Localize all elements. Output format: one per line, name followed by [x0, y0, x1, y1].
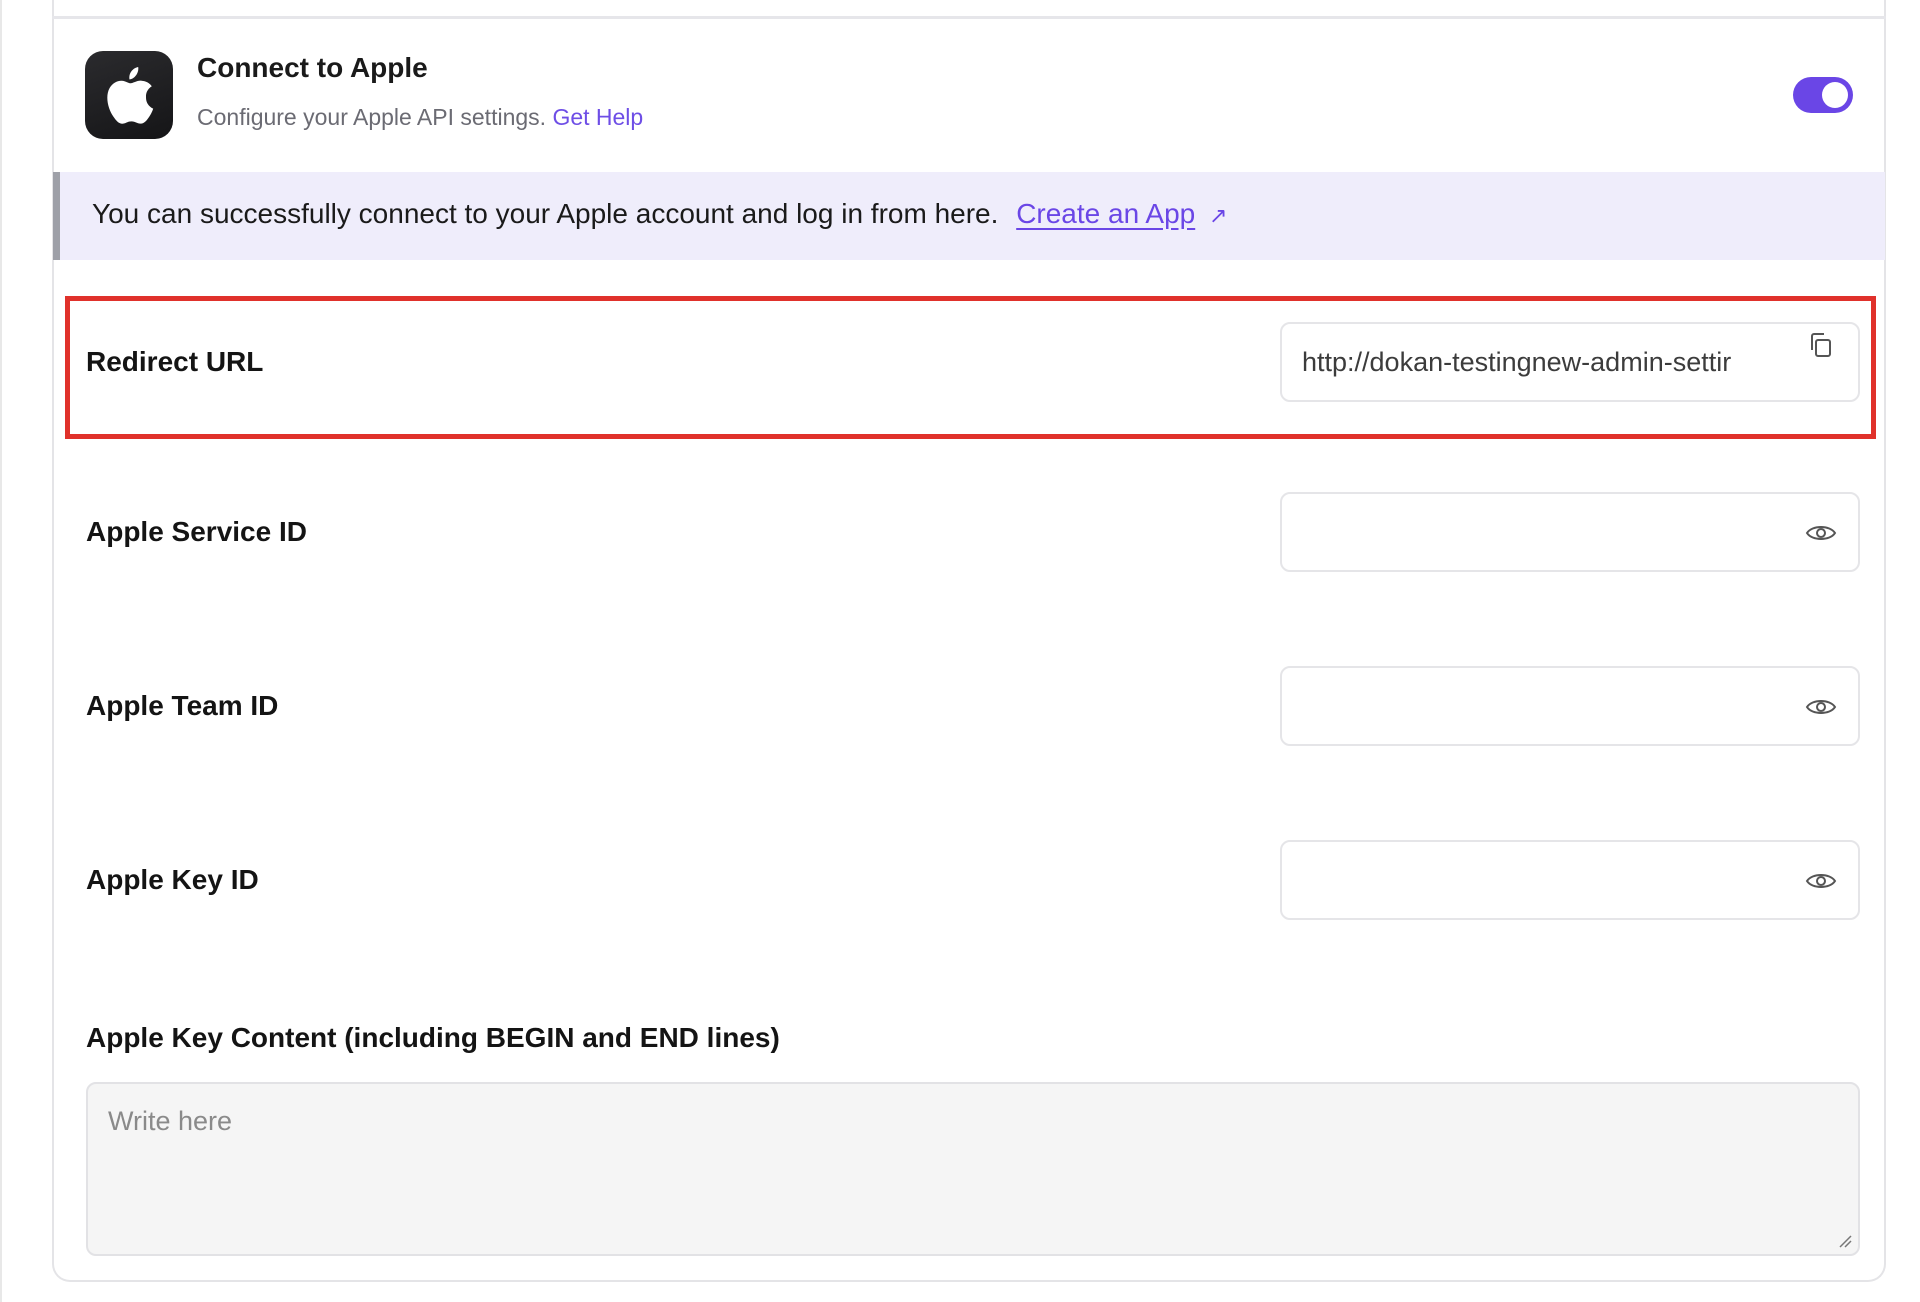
apple-logo-icon	[85, 51, 173, 139]
apple-key-id-input[interactable]	[1302, 842, 1782, 918]
apple-key-id-field	[1280, 840, 1860, 920]
apple-team-id-input[interactable]	[1302, 668, 1782, 744]
apple-team-id-field	[1280, 666, 1860, 746]
apple-team-id-label: Apple Team ID	[86, 690, 279, 721]
card-top-divider	[52, 16, 1886, 19]
notice-message: You can successfully connect to your App…	[92, 198, 1227, 230]
redirect-url-field	[1280, 322, 1860, 402]
external-link-arrow-icon: ↗	[1209, 203, 1228, 228]
section-title: Connect to Apple	[197, 52, 428, 83]
toggle-knob	[1822, 82, 1848, 108]
eye-icon[interactable]	[1804, 690, 1838, 724]
apple-service-id-field	[1280, 492, 1860, 572]
apple-service-id-input[interactable]	[1302, 494, 1782, 570]
resize-handle-icon[interactable]	[1836, 1232, 1852, 1248]
apple-key-content-field	[86, 1082, 1860, 1256]
notice-text: You can successfully connect to your App…	[92, 198, 999, 229]
apple-service-id-label: Apple Service ID	[86, 516, 307, 547]
get-help-link[interactable]: Get Help	[552, 104, 643, 130]
apple-key-content-textarea[interactable]	[108, 1106, 1808, 1236]
apple-key-content-label: Apple Key Content (including BEGIN and E…	[86, 1022, 780, 1053]
eye-icon[interactable]	[1804, 864, 1838, 898]
description-text: Configure your Apple API settings.	[197, 104, 547, 130]
redirect-url-label: Redirect URL	[86, 346, 264, 377]
apple-key-id-label: Apple Key ID	[86, 864, 259, 895]
copy-icon[interactable]	[1804, 328, 1838, 362]
eye-icon[interactable]	[1804, 516, 1838, 550]
page-left-border	[0, 0, 2, 1302]
section-description: Configure your Apple API settings. Get H…	[197, 104, 643, 131]
create-an-app-link[interactable]: Create an App	[1016, 198, 1195, 229]
enable-apple-toggle[interactable]	[1793, 77, 1853, 113]
redirect-url-input[interactable]	[1302, 324, 1782, 400]
